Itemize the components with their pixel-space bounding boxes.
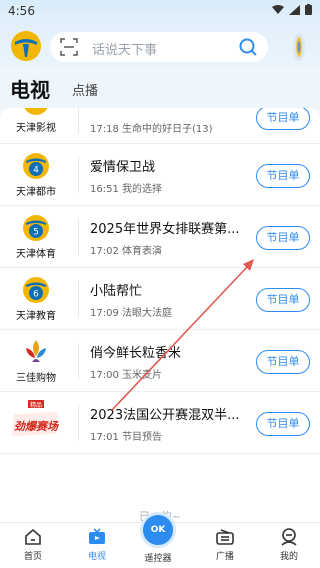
search-input[interactable]: 话说天下事 [50,32,268,62]
row-divider [78,108,79,134]
schedule-button[interactable]: 节目单 [256,350,310,374]
channel-name: 天津影视 [16,123,56,134]
channel-row-tianjin-city[interactable]: 4 天津都市 爱情保卫战 16:51 我的选择 节目单 [0,144,320,206]
channel-logo: 6 天津教育 [10,276,62,324]
schedule-button[interactable]: 节目单 [256,412,310,436]
program-time-info: 16:51 我的选择 [90,184,163,195]
channel-row-tianjin-sports[interactable]: 5 天津体育 2025年世界女排联赛第... 17:02 体育表演 节目单 [0,206,320,268]
svg-text:6: 6 [33,290,39,300]
program-title: 2025年世界女排联赛第... [90,222,240,237]
program-time-info: 17:00 玉米麦片 [90,370,163,381]
channel-name: 天津体育 [16,249,56,260]
row-divider [78,281,79,317]
channel-row-sanjia-shopping[interactable]: 三佳购物 俏今鲜长粒香米 17:00 玉米麦片 节目单 [0,330,320,392]
remote-ok-button[interactable]: OK [140,512,176,548]
jinbao-sports-logo-icon: 精品 劲爆赛场 [12,400,60,436]
sanjia-shopping-logo-icon [26,340,46,362]
top-tabs: 电视 点播 [0,68,320,108]
tianjin-city-logo-icon: 4 [23,153,49,179]
wifi-icon [272,4,284,14]
channel-row-tianjin-education[interactable]: 6 天津教育 小陆帮忙 17:09 法眼大法庭 节目单 [0,268,320,330]
tianjin-sports-logo-icon: 5 [23,215,49,241]
radio-icon [216,529,234,545]
tab-tv[interactable]: 电视 [10,74,50,103]
program-time-info: 17:18 生命中的好日子(13) [90,124,213,135]
program-title: 2023法国公开赛混双半... [90,408,240,423]
scan-icon[interactable] [60,38,78,56]
nav-broadcast[interactable]: 广播 [200,527,250,562]
nav-remote-label: 遥控器 [144,554,172,564]
program-title: 俏今鲜长粒香米 [90,346,182,361]
channel-row-tianjin-film[interactable]: 天津影视 17:18 生命中的好日子(13) 节目单 [0,108,320,144]
nav-mine[interactable]: 我的 [264,527,314,562]
channel-logo: 天津影视 [10,108,62,136]
status-bar: 4:56 [0,0,320,24]
status-icons [272,4,312,15]
svg-text:4: 4 [33,166,39,176]
program-time-info: 17:09 法眼大法庭 [90,308,173,319]
channel-logo: 三佳购物 [10,338,62,386]
schedule-button[interactable]: 节目单 [256,164,310,188]
row-divider [78,157,79,193]
nav-broadcast-label: 广播 [215,552,234,562]
battery-icon [305,4,312,15]
app-logo-icon [11,31,41,61]
nav-tv[interactable]: 电视 [72,527,122,562]
channel-name: 天津都市 [16,187,56,198]
program-time-info: 17:01 节目预告 [90,432,163,443]
status-time: 4:56 [8,4,35,18]
profile-icon [281,528,297,546]
home-icon [25,528,41,545]
tab-vod[interactable]: 点播 [72,80,98,99]
nav-home[interactable]: 首页 [8,527,58,562]
svg-text:劲爆赛场: 劲爆赛场 [14,420,60,433]
nav-tv-label: 电视 [87,552,106,562]
row-divider [78,219,79,255]
tianjin-film-logo-icon [24,108,48,115]
tianjin-education-logo-icon: 6 [23,277,49,303]
row-divider [78,343,79,379]
tv-icon [89,528,105,544]
schedule-button[interactable]: 节目单 [256,108,310,130]
svg-text:5: 5 [33,228,39,238]
program-title: 爱情保卫战 [90,160,156,175]
schedule-button[interactable]: 节目单 [256,226,310,250]
nav-home-label: 首页 [23,552,42,562]
row-divider [78,405,79,441]
channel-name: 天津教育 [16,311,56,322]
user-avatar-icon[interactable] [292,32,306,62]
search-icon[interactable] [238,37,258,57]
channel-name: 三佳购物 [16,373,56,384]
header: 话说天下事 [0,24,320,68]
channel-list: 天津影视 17:18 生命中的好日子(13) 节目单 4 天津都市 爱情保卫战 … [0,108,320,524]
channel-logo: 精品 劲爆赛场 [10,400,62,448]
channel-logo: 5 天津体育 [10,214,62,262]
channel-row-jinbao-sports[interactable]: 精品 劲爆赛场 2023法国公开赛混双半... 17:01 节目预告 节目单 [0,392,320,454]
program-time-info: 17:02 体育表演 [90,246,163,257]
search-placeholder: 话说天下事 [92,43,158,58]
channel-logo: 4 天津都市 [10,152,62,200]
svg-text:精品: 精品 [30,401,42,409]
nav-mine-label: 我的 [279,552,298,562]
signal-icon [289,4,300,15]
schedule-button[interactable]: 节目单 [256,288,310,312]
program-title: 小陆帮忙 [90,284,143,299]
